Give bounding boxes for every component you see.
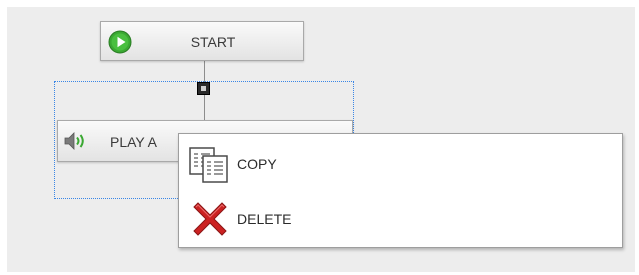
copy-icon [189, 147, 228, 183]
delete-x-icon [193, 202, 227, 236]
menu-item-copy[interactable]: COPY [179, 139, 622, 189]
speaker-icon [64, 132, 84, 150]
menu-item-delete[interactable]: DELETE [179, 194, 622, 244]
play-circle-icon [108, 30, 132, 54]
connector-line-top [204, 61, 205, 82]
play-node-label: PLAY A [110, 134, 157, 150]
menu-item-copy-label: COPY [237, 156, 277, 172]
menu-item-delete-label: DELETE [237, 211, 292, 227]
context-menu: COPY DELETE [178, 133, 623, 248]
